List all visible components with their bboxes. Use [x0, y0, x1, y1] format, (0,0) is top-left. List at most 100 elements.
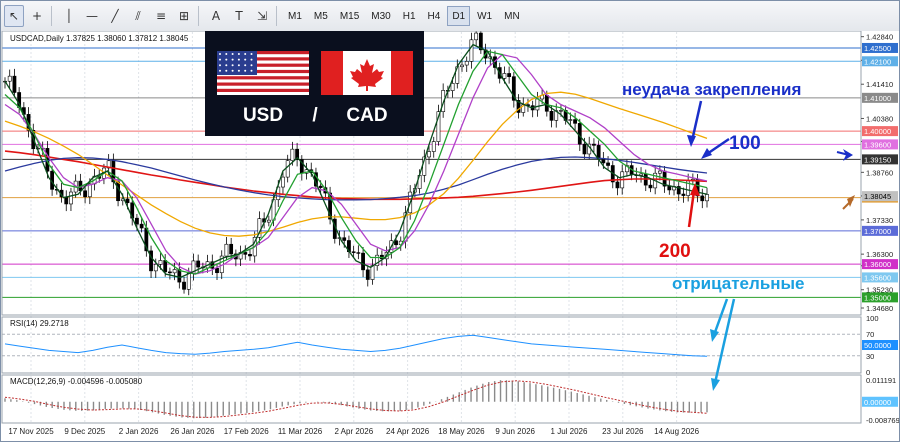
logo-separator: / — [312, 105, 318, 126]
candle-body — [568, 119, 573, 121]
x-tick-label: 9 Dec 2025 — [64, 427, 105, 436]
flag-star — [237, 53, 240, 55]
crosshair-icon[interactable]: + — [27, 5, 47, 27]
flag-star — [231, 58, 234, 61]
candle-body — [365, 269, 370, 280]
logo-left-text: USD — [243, 105, 283, 126]
current-price-label: 1.38045 — [864, 192, 891, 201]
flag-star — [219, 53, 221, 55]
candle-body — [657, 170, 662, 174]
candle-body — [573, 119, 577, 124]
annotation-200: 200 — [659, 241, 691, 262]
flag-star — [225, 64, 228, 67]
x-tick-label: 14 Aug 2026 — [654, 427, 699, 436]
flag-star — [250, 69, 253, 72]
us-flag-icon — [217, 51, 309, 95]
canada-flag-icon — [321, 51, 413, 95]
candle-body — [69, 191, 73, 205]
candle-body — [248, 254, 252, 257]
x-tick-label: 11 Mar 2026 — [278, 427, 323, 436]
annotation-negative: отрицательные — [672, 274, 805, 293]
toolbar: ↖ + │ — ╱ ⫽ ≡ ⊞ A T ⇲ M1 M5 M15 M30 H1 H4 D1 W1 MN — [1, 1, 899, 32]
flag-star — [244, 58, 247, 61]
macd-zero-label: 0.00000 — [864, 398, 891, 407]
chart-area[interactable]: 17 Nov 2025 9 Dec 2025 2 Jan 2026 26 Jan 20… — [1, 31, 899, 441]
vertical-line-icon[interactable]: │ — [59, 5, 79, 27]
candle-body — [648, 184, 653, 189]
candle-body — [577, 123, 582, 145]
timeframe-h1[interactable]: H1 — [398, 6, 421, 26]
candle-body — [700, 195, 705, 202]
candle-body — [215, 268, 219, 274]
shapes-icon[interactable]: ⊞ — [174, 5, 194, 27]
candle-body — [544, 94, 549, 112]
candle-body — [281, 176, 285, 188]
candle-body — [224, 243, 229, 257]
flag-star — [225, 69, 228, 72]
timeframe-m5[interactable]: M5 — [309, 6, 333, 26]
timeframe-w1[interactable]: W1 — [472, 6, 497, 26]
flag-star — [231, 69, 234, 72]
candle-body — [125, 198, 130, 204]
level-tag-label: 1.37000 — [864, 227, 891, 236]
arrows-icon[interactable]: ⇲ — [252, 5, 272, 27]
flag-star — [231, 53, 234, 55]
candle-body — [460, 64, 464, 68]
rsi-tick-label: 30 — [866, 352, 874, 361]
trendline-icon[interactable]: ╱ — [105, 5, 125, 27]
timeframe-m15[interactable]: M15 — [335, 6, 364, 26]
candle-body — [135, 217, 139, 225]
rsi-tick-label: 70 — [866, 330, 874, 339]
cursor-icon[interactable]: ↖ — [4, 5, 24, 27]
timeframe-m1[interactable]: M1 — [283, 6, 307, 26]
candle-body — [172, 269, 177, 274]
flag-star — [225, 58, 228, 61]
annotation-100: 100 — [729, 133, 761, 154]
candle-body — [681, 193, 686, 196]
flag-star — [219, 58, 221, 61]
candle-body — [243, 252, 248, 255]
candle-body — [450, 83, 455, 91]
candle-body — [370, 265, 375, 280]
x-tick-label: 18 May 2026 — [438, 427, 485, 436]
logo-right-text: CAD — [346, 105, 387, 126]
currency-logo: USD / CAD — [205, 31, 424, 136]
candle-body — [7, 75, 12, 82]
flag-star — [237, 64, 240, 67]
channel-icon[interactable]: ⫽ — [128, 5, 148, 27]
candle-body — [83, 190, 87, 198]
candle-body — [182, 281, 186, 290]
toolbar-separator — [51, 6, 52, 26]
x-tick-label: 9 Jun 2026 — [495, 427, 535, 436]
timeframe-mn[interactable]: MN — [499, 6, 525, 26]
candle-body — [153, 263, 158, 272]
fibonacci-icon[interactable]: ≡ — [151, 5, 171, 27]
horizontal-line-icon[interactable]: — — [82, 5, 102, 27]
candle-body — [229, 243, 234, 255]
candle-body — [535, 98, 540, 111]
macd-tick-label: -0.008769 — [866, 416, 899, 425]
flag-star — [244, 64, 247, 67]
y-tick-label: 1.41410 — [866, 80, 893, 89]
flag-star — [225, 53, 228, 55]
flag-stripe — [217, 88, 309, 92]
candle-body — [163, 260, 168, 273]
text-icon[interactable]: A — [206, 5, 226, 27]
candle-body — [394, 240, 398, 246]
candle-body — [427, 151, 431, 158]
y-tick-label: 1.42840 — [866, 33, 893, 42]
timeframe-h4[interactable]: H4 — [423, 6, 446, 26]
macd-tick-label: 0.011191 — [866, 376, 896, 385]
label-icon[interactable]: T — [229, 5, 249, 27]
flag-star — [237, 58, 240, 61]
rsi-current-label: 50.0000 — [864, 341, 891, 350]
timeframe-d1[interactable]: D1 — [447, 6, 471, 26]
y-tick-label: 1.37330 — [866, 216, 893, 225]
annotation-failed-consolidation: неудача закрепления — [622, 80, 801, 99]
flag-stripe — [217, 82, 309, 86]
candle-body — [582, 143, 587, 155]
timeframe-m30[interactable]: M30 — [366, 6, 395, 26]
level-tag-label: 1.40000 — [864, 127, 891, 136]
terminal-window: ↖ + │ — ╱ ⫽ ≡ ⊞ A T ⇲ M1 M5 M15 M30 H1 H4 D1 W1 MN 17 Nov 2… — [0, 0, 900, 442]
x-tick-label: 26 Jan 2026 — [170, 427, 215, 436]
